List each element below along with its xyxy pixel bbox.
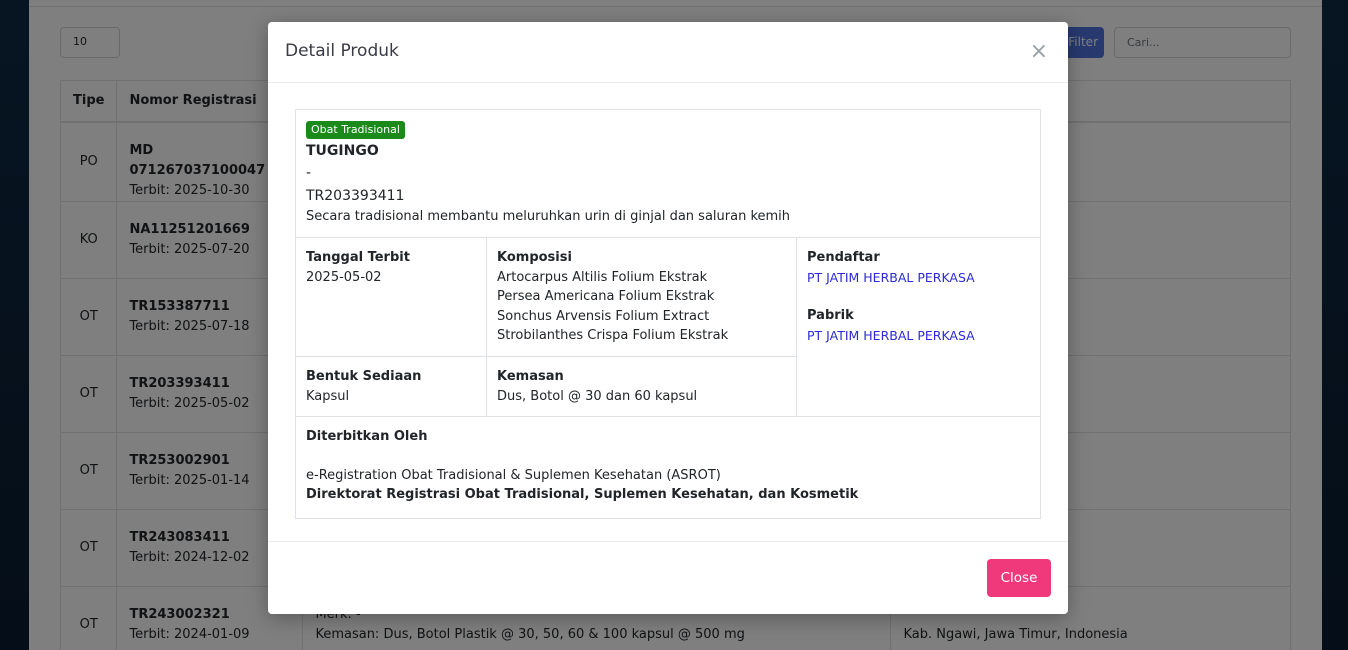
diterbitkan-oleh-section: Diterbitkan Oleh e-Registration Obat Tra… — [296, 417, 1040, 518]
issuer-directorate: Direktorat Registrasi Obat Tradisional, … — [306, 487, 859, 502]
komposisi-cell: Komposisi Artocarpus Altilis Folium Ekst… — [487, 238, 797, 357]
issuer-system: e-Registration Obat Tradisional & Suplem… — [306, 467, 721, 483]
kemasan-cell: Kemasan Dus, Botol @ 30 dan 60 kapsul — [487, 357, 797, 417]
diterbitkan-label: Diterbitkan Oleh — [306, 429, 428, 444]
product-name: TUGINGO — [306, 143, 379, 159]
komposisi-item: Strobilanthes Crispa Folium Ekstrak — [497, 328, 729, 343]
close-button[interactable]: Close — [987, 559, 1051, 597]
tanggal-terbit-cell: Tanggal Terbit 2025-05-02 — [296, 238, 487, 357]
modal-header: Detail Produk × — [268, 22, 1068, 83]
pabrik-label: Pabrik — [807, 308, 854, 323]
bentuk-sediaan-cell: Bentuk Sediaan Kapsul — [296, 357, 487, 417]
komposisi-item: Artocarpus Altilis Folium Ekstrak — [497, 269, 708, 285]
product-detail-modal: Detail Produk × Obat Tradisional TUGINGO… — [268, 22, 1068, 614]
modal-title: Detail Produk — [285, 41, 399, 61]
bentuk-sediaan-label: Bentuk Sediaan — [306, 369, 422, 384]
komposisi-item: Persea Americana Folium Ekstrak — [497, 289, 715, 304]
pendaftar-link[interactable]: PT JATIM HERBAL PERKASA — [807, 268, 1031, 288]
modal-footer: Close — [268, 541, 1068, 614]
tanggal-terbit-label: Tanggal Terbit — [306, 250, 410, 265]
pendaftar-label: Pendaftar — [807, 250, 880, 265]
registration-number: TR203393411 — [306, 188, 405, 204]
product-description: Secara tradisional membantu meluruhkan u… — [306, 209, 791, 224]
pabrik-link[interactable]: PT JATIM HERBAL PERKASA — [807, 326, 1031, 346]
kemasan-label: Kemasan — [497, 369, 564, 384]
product-type-badge: Obat Tradisional — [306, 121, 405, 139]
close-icon[interactable]: × — [1030, 38, 1048, 66]
product-summary: Obat Tradisional TUGINGO - TR203393411 S… — [296, 110, 1040, 238]
product-info-grid: Tanggal Terbit 2025-05-02 Komposisi Arto… — [296, 238, 1040, 417]
pendaftar-pabrik-cell: Pendaftar PT JATIM HERBAL PERKASA Pabrik… — [797, 238, 1041, 417]
product-detail-card: Obat Tradisional TUGINGO - TR203393411 S… — [295, 109, 1041, 519]
komposisi-label: Komposisi — [497, 250, 572, 265]
kemasan-value: Dus, Botol @ 30 dan 60 kapsul — [497, 388, 698, 404]
tanggal-terbit-value: 2025-05-02 — [306, 269, 382, 285]
bentuk-sediaan-value: Kapsul — [306, 388, 350, 404]
komposisi-item: Sonchus Arvensis Folium Extract — [497, 308, 710, 324]
product-merk: - — [306, 165, 312, 181]
